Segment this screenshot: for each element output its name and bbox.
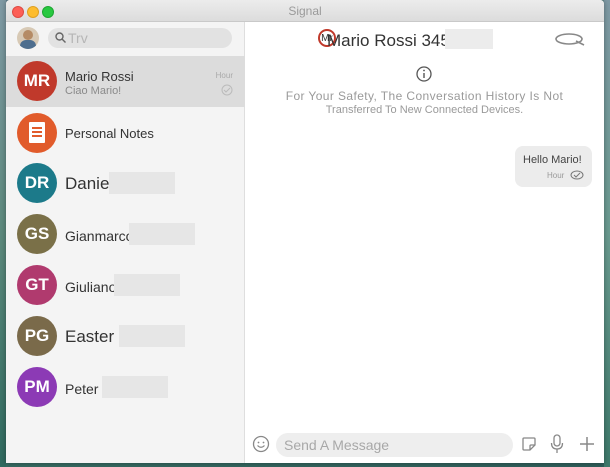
avatar: PG bbox=[17, 316, 57, 356]
notes-icon bbox=[17, 113, 57, 153]
sidebar: MR Mario Rossi Ciao Mario! Hour Personal… bbox=[6, 22, 245, 463]
conversation-name: Mario Rossi bbox=[65, 69, 134, 84]
search-box bbox=[48, 28, 232, 48]
conversation-name: Easter bbox=[65, 327, 115, 346]
window-title: Signal bbox=[288, 4, 322, 18]
conversation-item-giuliano[interactable]: GT Giuliano bbox=[6, 260, 245, 311]
delivered-status-icon bbox=[570, 170, 584, 180]
safety-notice-line1: For Your Safety, The Conversation Histor… bbox=[285, 89, 564, 103]
safety-notice-line2: Transferred To New Connected Devices. bbox=[325, 104, 524, 116]
info-icon bbox=[416, 66, 432, 82]
conversation-item-daniele[interactable]: DR Daniele bbox=[6, 158, 245, 209]
redacted-phone bbox=[445, 29, 493, 49]
menu-icon[interactable] bbox=[554, 31, 586, 47]
redacted-name bbox=[109, 172, 175, 194]
conversation-name: Gianmarco bbox=[65, 228, 134, 244]
conversation-name: Peter bbox=[65, 381, 99, 397]
redacted-name bbox=[119, 325, 185, 347]
chat-panel: Mr Mario Rossi 345 For Your Safety, The … bbox=[245, 22, 604, 463]
conversation-preview: Ciao Mario! bbox=[65, 85, 122, 97]
desktop-background-right bbox=[604, 0, 610, 467]
conversation-time: Hour bbox=[215, 71, 233, 80]
message-composer bbox=[245, 426, 604, 463]
conversation-list: MR Mario Rossi Ciao Mario! Hour Personal… bbox=[6, 56, 245, 413]
conversation-item-personal-notes[interactable]: Personal Notes bbox=[6, 107, 245, 158]
redacted-name bbox=[114, 274, 180, 296]
plus-icon[interactable] bbox=[578, 435, 596, 453]
message-time: Hour bbox=[547, 171, 565, 180]
search-icon bbox=[55, 32, 66, 43]
my-profile-avatar[interactable] bbox=[17, 27, 39, 49]
sticker-icon[interactable] bbox=[521, 436, 537, 452]
conversation-name: Personal Notes bbox=[65, 126, 154, 141]
title-bar: Signal bbox=[6, 0, 604, 22]
avatar: GT bbox=[17, 265, 57, 305]
microphone-icon[interactable] bbox=[550, 434, 564, 454]
avatar: GS bbox=[17, 214, 57, 254]
redacted-name bbox=[102, 376, 168, 398]
conversation-name: Giuliano bbox=[65, 279, 117, 295]
chat-title[interactable]: Mario Rossi 345 bbox=[327, 31, 450, 51]
conversation-item-gianmarco[interactable]: GS Gianmarco bbox=[6, 209, 245, 260]
conversation-item-peter[interactable]: PM Peter bbox=[6, 362, 245, 413]
search-input[interactable] bbox=[68, 29, 228, 47]
chat-header: Mr Mario Rossi 345 bbox=[245, 22, 604, 56]
read-status-icon bbox=[221, 84, 233, 96]
avatar: MR bbox=[17, 61, 57, 101]
conversation-item-mario-rossi[interactable]: MR Mario Rossi Ciao Mario! Hour bbox=[6, 56, 245, 107]
outgoing-message[interactable]: Hello Mario! Hour bbox=[515, 146, 592, 187]
sidebar-header bbox=[6, 22, 244, 56]
message-input[interactable] bbox=[276, 433, 513, 457]
avatar: PM bbox=[17, 367, 57, 407]
redacted-name bbox=[129, 223, 195, 245]
app-window: Signal MR Mario Rossi Ciao Mario! Hour bbox=[6, 0, 604, 463]
emoji-icon[interactable] bbox=[252, 435, 270, 453]
avatar: DR bbox=[17, 163, 57, 203]
message-text: Hello Mario! bbox=[523, 154, 582, 166]
conversation-item-easter[interactable]: PG Easter bbox=[6, 311, 245, 362]
